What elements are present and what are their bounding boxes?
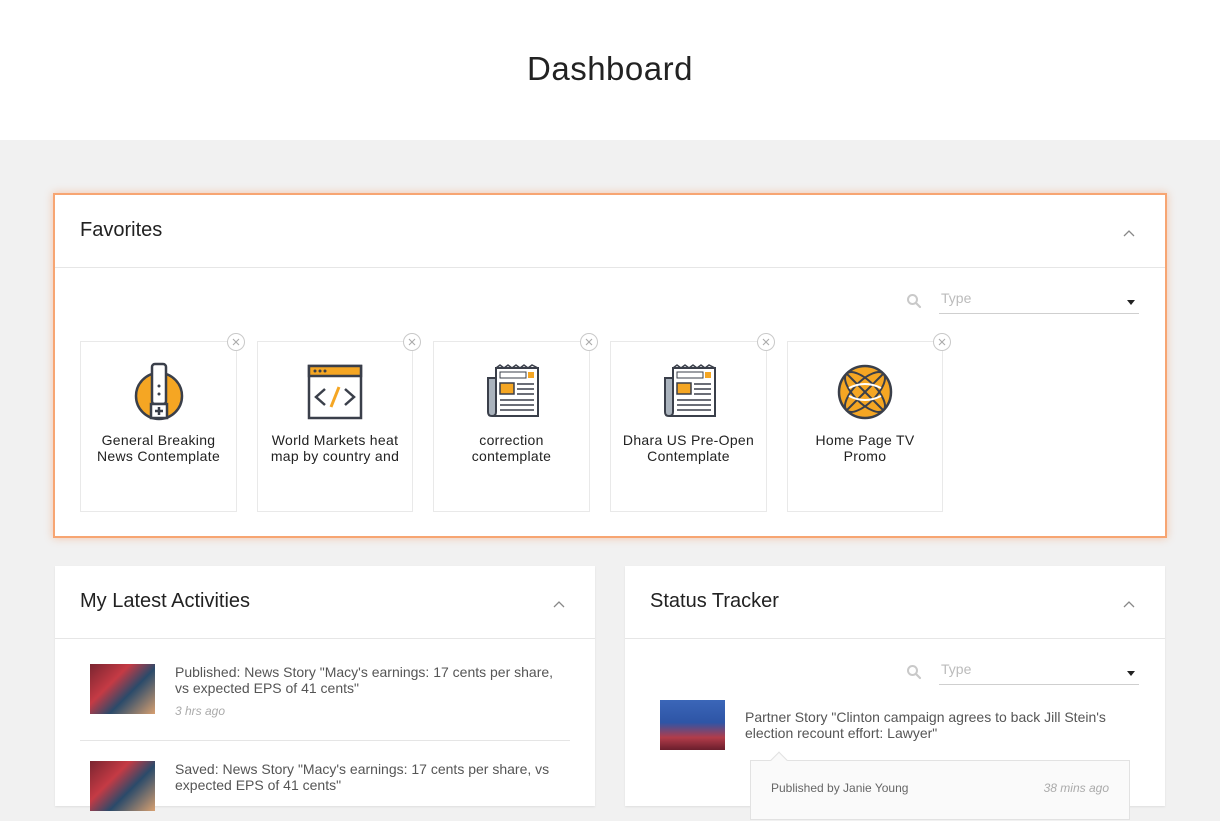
remove-favorite-button[interactable] xyxy=(757,333,775,351)
favorites-filter: Type xyxy=(906,289,1146,319)
search-icon[interactable] xyxy=(906,664,922,680)
remove-favorite-button[interactable] xyxy=(933,333,951,351)
close-icon xyxy=(762,338,770,346)
newspaper-icon xyxy=(486,364,539,417)
status-time: 38 mins ago xyxy=(1043,781,1109,795)
activity-text: Saved: News Story "Macy's earnings: 17 c… xyxy=(175,761,550,793)
favorite-name: General Breaking News Contemplate xyxy=(89,432,228,480)
favorite-name: Dhara US Pre-Open Contemplate xyxy=(619,432,758,480)
remove-favorite-button[interactable] xyxy=(227,333,245,351)
favorite-name: World Markets heat map by country and xyxy=(266,432,404,480)
close-icon xyxy=(938,338,946,346)
search-icon[interactable] xyxy=(906,293,922,309)
chevron-up-icon[interactable] xyxy=(1123,227,1135,239)
newspaper-icon xyxy=(663,364,716,417)
activities-header: My Latest Activities xyxy=(55,566,595,639)
status-tracker-panel: Status Tracker Type Partner Story "Clint… xyxy=(625,566,1165,820)
callout-arrow xyxy=(770,751,788,769)
activities-title: My Latest Activities xyxy=(80,590,251,612)
favorite-card[interactable]: World Markets heat map by country and xyxy=(257,333,421,512)
status-title: Status Tracker xyxy=(650,590,779,612)
favorite-card[interactable]: Home Page TV Promo xyxy=(787,333,951,512)
status-header: Status Tracker xyxy=(625,566,1165,639)
status-item-text[interactable]: Partner Story "Clinton campaign agrees t… xyxy=(745,709,1140,741)
page-title: Dashboard xyxy=(527,50,693,87)
status-detail: Published by Janie Young 38 mins ago xyxy=(750,751,1130,820)
activity-time: 3 hrs ago xyxy=(175,704,226,718)
activity-text: Published: News Story "Macy's earnings: … xyxy=(175,664,554,696)
remove-favorite-button[interactable] xyxy=(403,333,421,351)
type-select[interactable]: Type xyxy=(939,289,1139,314)
activity-item[interactable]: Published: News Story "Macy's earnings: … xyxy=(80,664,570,724)
type-select[interactable]: Type xyxy=(939,660,1139,685)
breaking-news-icon xyxy=(134,362,183,421)
globe-icon xyxy=(837,364,893,420)
code-window-icon xyxy=(307,364,363,420)
close-icon xyxy=(232,338,240,346)
favorite-name: correction contemplate xyxy=(471,432,552,464)
favorite-card[interactable]: Dhara US Pre-Open Contemplate xyxy=(610,333,775,512)
published-by: Published by Janie Young xyxy=(771,781,909,795)
remove-favorite-button[interactable] xyxy=(580,333,598,351)
favorite-card[interactable]: correction contemplate xyxy=(433,333,598,512)
favorite-card[interactable]: General Breaking News Contemplate xyxy=(80,333,245,512)
activity-item[interactable]: Saved: News Story "Macy's earnings: 17 c… xyxy=(80,761,570,821)
favorites-panel: Favorites Type General Breaking News Con… xyxy=(53,193,1167,538)
chevron-up-icon[interactable] xyxy=(553,598,565,610)
activities-panel: My Latest Activities Published: News Sto… xyxy=(55,566,595,811)
chevron-up-icon[interactable] xyxy=(1123,598,1135,610)
type-select-placeholder: Type xyxy=(941,661,972,677)
favorite-name: Home Page TV Promo xyxy=(815,432,915,464)
favorites-header: Favorites xyxy=(55,195,1165,268)
page-header: Dashboard xyxy=(0,0,1220,140)
status-thumbnail xyxy=(660,700,725,750)
activity-thumbnail xyxy=(90,761,155,811)
status-filter: Type xyxy=(906,660,1146,690)
caret-down-icon xyxy=(1127,671,1135,676)
close-icon xyxy=(585,338,593,346)
close-icon xyxy=(408,338,416,346)
favorites-title: Favorites xyxy=(80,219,163,241)
divider xyxy=(80,740,570,741)
caret-down-icon xyxy=(1127,300,1135,305)
activity-thumbnail xyxy=(90,664,155,714)
type-select-placeholder: Type xyxy=(941,290,972,306)
